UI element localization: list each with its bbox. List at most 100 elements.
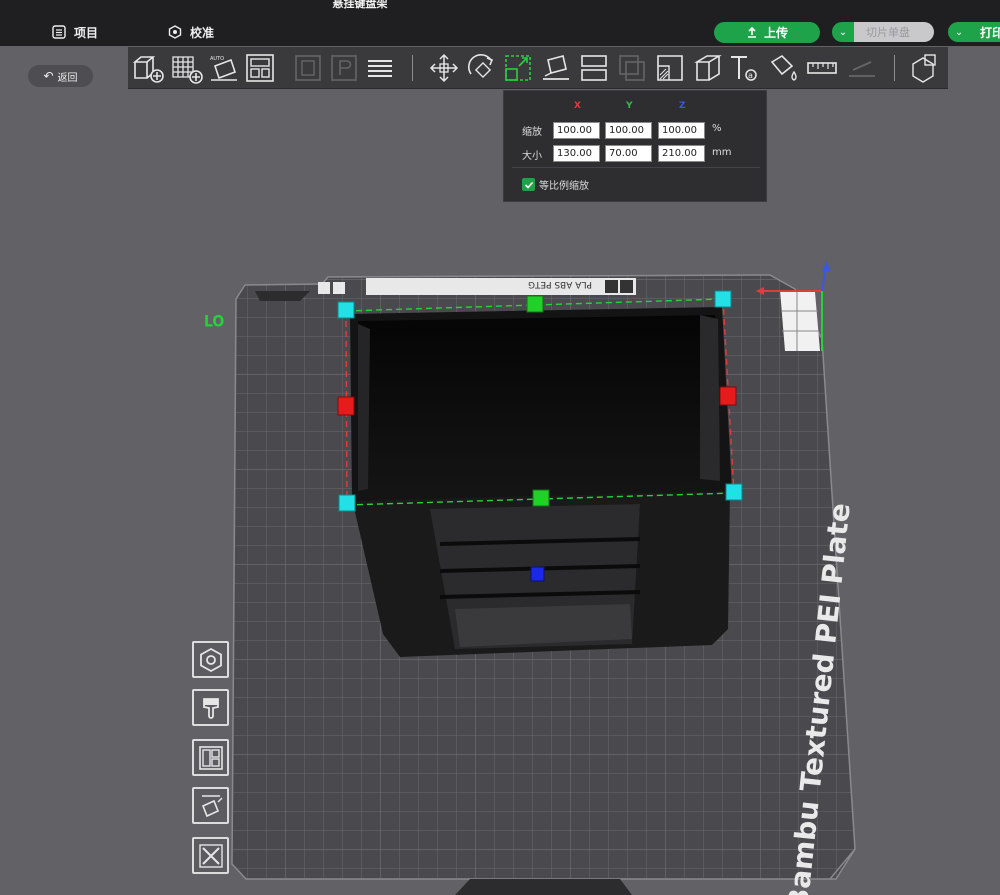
text-icon: a (731, 56, 757, 81)
settings-hex-icon (199, 647, 222, 672)
measure-icon (807, 62, 837, 74)
text-tool[interactable]: a (726, 51, 762, 85)
handle-x-right[interactable] (719, 386, 737, 406)
assembly-tool[interactable] (906, 51, 942, 85)
rotate-tool[interactable] (464, 51, 500, 85)
side-settings-button[interactable] (192, 641, 229, 678)
menu-project-label: 项目 (74, 25, 99, 40)
delete-icon (198, 843, 223, 868)
auto-orient-tool[interactable]: AUTO (206, 51, 242, 85)
handle-corner-tl[interactable] (337, 301, 355, 319)
handle-y-top[interactable] (526, 295, 544, 313)
flatten-tool[interactable] (844, 51, 880, 85)
upload-label: 上传 (763, 26, 788, 40)
split-tool[interactable] (576, 51, 612, 85)
slice-plate-button[interactable]: 切片单盘 (854, 22, 934, 42)
back-button[interactable]: ↶ 返回 (28, 65, 93, 87)
toolbar-divider (412, 55, 413, 81)
move-tool[interactable] (426, 51, 462, 85)
model-keyboard-hanger[interactable] (350, 307, 732, 657)
handle-corner-bl[interactable] (338, 494, 356, 512)
window-title: 悬挂键盘架 (332, 0, 388, 10)
svg-text:AUTO: AUTO (210, 56, 224, 62)
auto-orient-side-icon (201, 794, 222, 817)
move-icon (429, 53, 459, 83)
handle-corner-tr[interactable] (714, 290, 732, 308)
uniform-scale-checkbox[interactable] (522, 178, 535, 191)
boolean-icon (619, 55, 645, 81)
add-object-icon (132, 56, 164, 83)
menu-project[interactable]: 项目 (52, 23, 98, 41)
handle-x-left[interactable] (337, 396, 355, 416)
back-label: 返回 (57, 72, 78, 84)
bucket-icon (202, 697, 219, 719)
assembly-icon (912, 54, 936, 83)
viewport-canvas[interactable]: PLA ABS PETG (0, 89, 1000, 895)
back-arrow-icon: ↶ (43, 69, 54, 83)
axis-x-header: X (574, 101, 581, 111)
layout-icon (198, 745, 223, 770)
chevron-down-icon: ⌄ (954, 26, 964, 38)
layers-list-tool[interactable] (362, 51, 398, 85)
scale-x-input[interactable] (553, 122, 600, 139)
grid-add-icon (172, 56, 203, 84)
side-layout-button[interactable] (192, 739, 229, 776)
scale-panel: X Y Z 缩放 % 大小 mm 等比例缩放 (503, 90, 767, 202)
print-dropdown-toggle[interactable]: ⌄ (948, 22, 970, 42)
menu-calibration[interactable]: 校准 (168, 23, 214, 41)
size-x-input[interactable] (553, 145, 600, 162)
side-paint-button[interactable] (192, 689, 229, 726)
add-object-tool[interactable] (130, 51, 166, 85)
title-bar: 悬挂键盘架 项目 校准 上传 ⌄ 切片单盘 ⌄ 打印 (0, 0, 1000, 46)
main-toolbar: AUTO a (128, 47, 948, 89)
svg-text:a: a (748, 71, 753, 80)
scale-icon (505, 55, 531, 81)
lay-on-face-tool[interactable] (538, 51, 574, 85)
scale-row-label: 缩放 (522, 127, 542, 138)
plate-tag-text: PLA ABS PETG (528, 279, 592, 289)
layer-a-tool[interactable] (290, 51, 326, 85)
layers-list-icon (368, 60, 392, 77)
upload-button[interactable]: 上传 (714, 22, 820, 43)
scale-y-input[interactable] (605, 122, 652, 139)
layer-b-tool[interactable] (326, 51, 362, 85)
handle-corner-br[interactable] (725, 483, 743, 501)
support-paint-tool[interactable] (652, 51, 688, 85)
scale-z-input[interactable] (658, 122, 705, 139)
seam-paint-icon (694, 55, 722, 81)
size-unit: mm (712, 147, 732, 158)
size-z-input[interactable] (658, 145, 705, 162)
calibration-icon (168, 25, 182, 39)
axis-z-header: Z (679, 101, 686, 111)
checkmark-icon (524, 181, 533, 189)
rotate-icon (468, 54, 494, 79)
flatten-icon (849, 61, 875, 77)
print-button[interactable]: 打印 (970, 22, 1000, 42)
project-list-icon (52, 25, 66, 39)
chevron-down-icon: ⌄ (838, 26, 848, 38)
side-auto-orient-button[interactable] (192, 787, 229, 824)
3d-viewport[interactable]: PLA ABS PETG LO Bambu Textured PEI Plate (0, 89, 1000, 895)
size-row-label: 大小 (522, 151, 542, 162)
handle-y-bottom[interactable] (532, 489, 550, 507)
axis-y-header: Y (626, 101, 633, 111)
handle-z[interactable] (530, 566, 545, 582)
add-plate-tool[interactable] (168, 51, 204, 85)
side-delete-button[interactable] (192, 837, 229, 874)
support-paint-icon (657, 55, 683, 81)
arrange-tool[interactable] (242, 51, 278, 85)
color-paint-icon (770, 54, 797, 81)
seam-paint-tool[interactable] (690, 51, 726, 85)
scale-unit: % (712, 123, 722, 134)
boolean-tool[interactable] (614, 51, 650, 85)
arrange-icon (246, 54, 274, 82)
slice-label: 切片单盘 (866, 26, 910, 39)
slice-dropdown-toggle[interactable]: ⌄ (832, 22, 854, 42)
scale-tool[interactable] (500, 51, 536, 85)
measure-tool[interactable] (804, 51, 840, 85)
size-y-input[interactable] (605, 145, 652, 162)
split-icon (581, 55, 607, 81)
menu-calibration-label: 校准 (190, 25, 215, 40)
color-paint-tool[interactable] (766, 51, 802, 85)
toolbar-divider (894, 55, 895, 81)
